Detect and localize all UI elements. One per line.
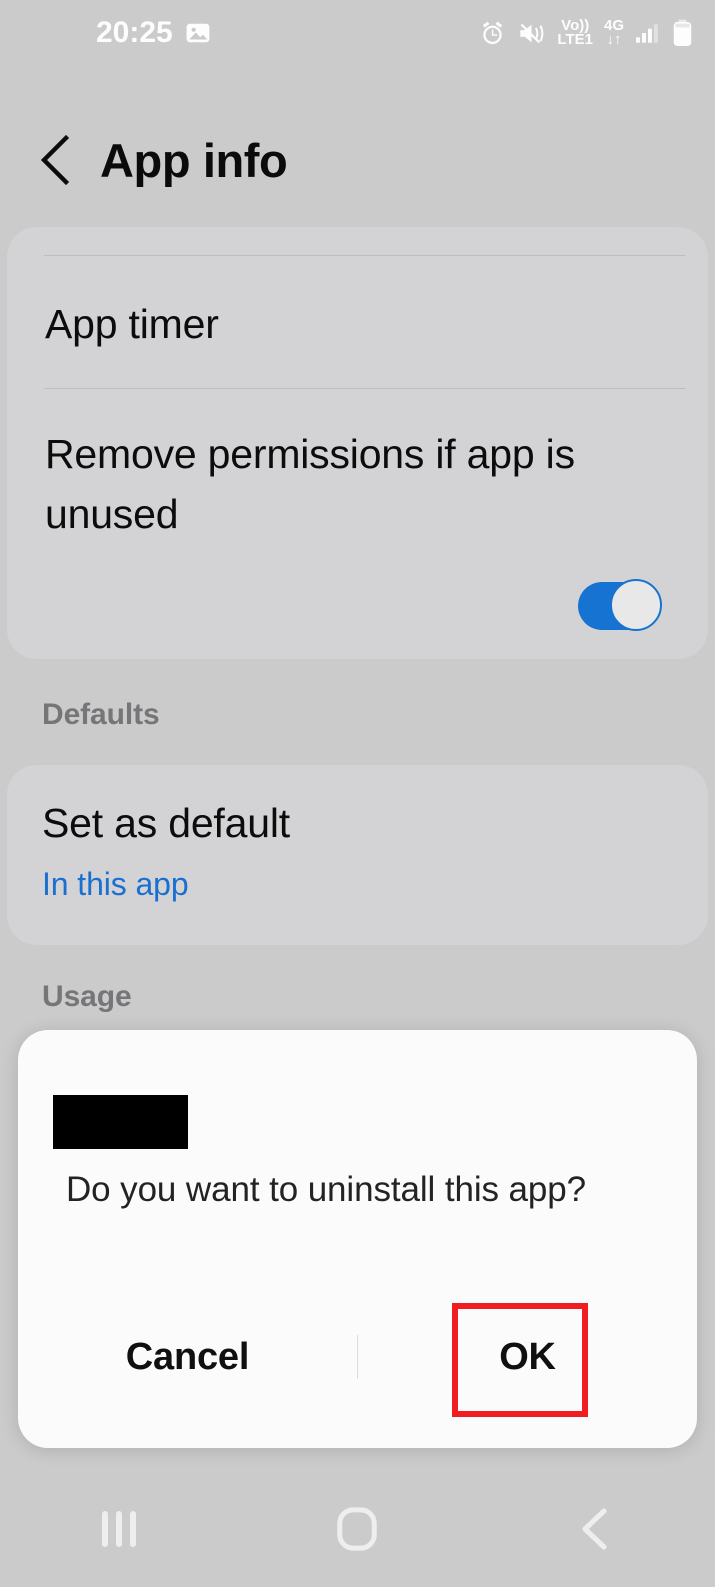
alarm-icon [479,20,506,47]
app-name-redaction-block [53,1095,188,1149]
back-icon[interactable] [477,1507,715,1551]
home-icon[interactable] [238,1506,476,1552]
row-set-as-default[interactable]: Set as default [42,800,290,847]
recents-icon[interactable] [0,1508,238,1550]
page-title: App info [100,133,288,187]
phone-screen: 20:25 Vo)) LTE1 4G ↓↑ App info App timer… [0,0,715,1587]
divider [44,255,685,256]
network-4g-icon: 4G ↓↑ [604,18,624,48]
status-bar-right: Vo)) LTE1 4G ↓↑ [479,18,693,48]
remove-permissions-toggle[interactable] [578,579,662,631]
signal-bars-icon [635,20,661,46]
dialog-ok-button[interactable]: OK [358,1338,697,1376]
settings-card-defaults [7,765,708,945]
section-header-defaults: Defaults [42,698,160,731]
battery-icon [672,19,693,47]
dialog-message: Do you want to uninstall this app? [66,1170,586,1209]
row-app-timer[interactable]: App timer [45,295,219,355]
dialog-cancel-button[interactable]: Cancel [18,1338,357,1376]
divider [44,388,685,389]
image-icon [185,20,211,46]
section-header-usage: Usage [42,980,132,1013]
status-bar: 20:25 Vo)) LTE1 4G ↓↑ [0,0,715,66]
toggle-knob [610,579,662,631]
network-traffic-label: ↓↑ [606,31,622,48]
dialog-button-row: Cancel OK [18,1302,697,1412]
uninstall-dialog: Do you want to uninstall this app? Cance… [18,1030,697,1448]
volte-bottom-label: LTE1 [557,31,593,48]
set-as-default-subtitle: In this app [42,866,189,902]
volte-icon: Vo)) LTE1 [557,18,593,48]
mute-vibrate-icon [517,20,546,47]
status-clock: 20:25 [96,16,173,49]
back-arrow-icon[interactable] [38,134,78,186]
status-bar-left: 20:25 [0,18,211,48]
row-remove-permissions[interactable]: Remove permissions if app is unused [45,425,645,545]
navigation-bar [0,1470,715,1587]
settings-card-top: App timer Remove permissions if app is u… [7,227,708,659]
app-bar: App info [0,110,715,210]
